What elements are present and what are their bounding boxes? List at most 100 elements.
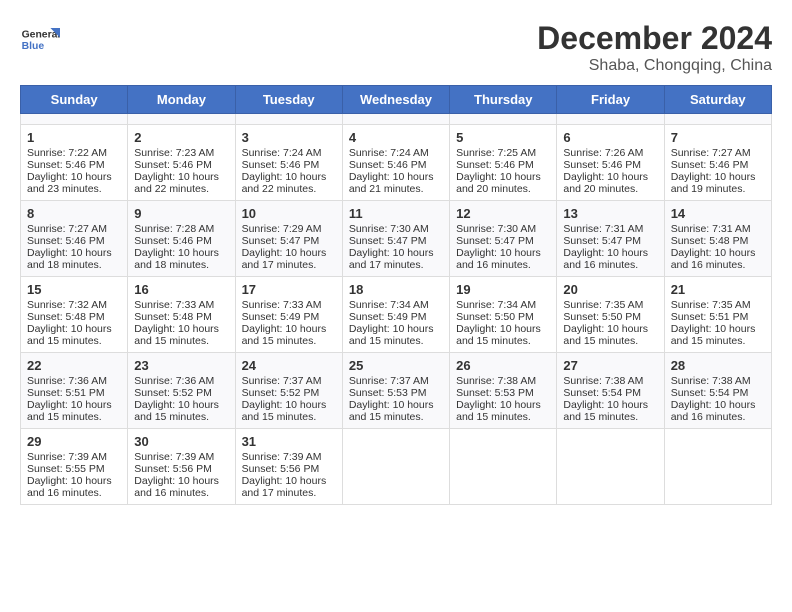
sunset-text: Sunset: 5:49 PM: [242, 311, 320, 323]
sunrise-text: Sunrise: 7:30 AM: [349, 223, 429, 235]
calendar-cell: 20 Sunrise: 7:35 AMSunset: 5:50 PMDayligh…: [557, 277, 664, 353]
sunrise-text: Sunrise: 7:34 AM: [456, 299, 536, 311]
day-number: 13: [563, 206, 657, 221]
day-number: 1: [27, 130, 121, 145]
sunset-text: Sunset: 5:50 PM: [563, 311, 641, 323]
calendar-cell: [450, 114, 557, 125]
subtitle: Shaba, Chongqing, China: [537, 57, 772, 75]
daylight-text: Daylight: 10 hours and 22 minutes.: [242, 171, 327, 195]
calendar-cell: 3Sunrise: 7:24 AMSunset: 5:46 PMDaylight…: [235, 125, 342, 201]
day-number: 26: [456, 358, 550, 373]
daylight-text: Daylight: 10 hours and 15 minutes.: [671, 323, 756, 347]
day-number: 16: [134, 282, 228, 297]
sunrise-text: Sunrise: 7:35 AM: [563, 299, 643, 311]
day-number: 28: [671, 358, 765, 373]
daylight-text: Daylight: 10 hours and 16 minutes.: [563, 247, 648, 271]
main-title: December 2024: [537, 20, 772, 57]
daylight-text: Daylight: 10 hours and 15 minutes.: [563, 323, 648, 347]
calendar-cell: [664, 114, 771, 125]
daylight-text: Daylight: 10 hours and 23 minutes.: [27, 171, 112, 195]
day-number: 19: [456, 282, 550, 297]
sunset-text: Sunset: 5:46 PM: [456, 159, 534, 171]
daylight-text: Daylight: 10 hours and 16 minutes.: [27, 475, 112, 499]
day-number: 18: [349, 282, 443, 297]
calendar-cell: [557, 429, 664, 505]
day-number: 22: [27, 358, 121, 373]
daylight-text: Daylight: 10 hours and 15 minutes.: [134, 399, 219, 423]
sunrise-text: Sunrise: 7:25 AM: [456, 147, 536, 159]
sunset-text: Sunset: 5:56 PM: [134, 463, 212, 475]
calendar-cell: [21, 114, 128, 125]
daylight-text: Daylight: 10 hours and 16 minutes.: [134, 475, 219, 499]
sunrise-text: Sunrise: 7:36 AM: [134, 375, 214, 387]
calendar-cell: [557, 114, 664, 125]
calendar-cell: 30Sunrise: 7:39 AMSunset: 5:56 PMDayligh…: [128, 429, 235, 505]
sunset-text: Sunset: 5:54 PM: [563, 387, 641, 399]
day-number: 2: [134, 130, 228, 145]
daylight-text: Daylight: 10 hours and 16 minutes.: [671, 247, 756, 271]
sunrise-text: Sunrise: 7:31 AM: [563, 223, 643, 235]
calendar-cell: 2Sunrise: 7:23 AMSunset: 5:46 PMDaylight…: [128, 125, 235, 201]
sunrise-text: Sunrise: 7:29 AM: [242, 223, 322, 235]
daylight-text: Daylight: 10 hours and 22 minutes.: [134, 171, 219, 195]
sunrise-text: Sunrise: 7:38 AM: [563, 375, 643, 387]
day-number: 5: [456, 130, 550, 145]
calendar-cell: 17Sunrise: 7:33 AMSunset: 5:49 PMDayligh…: [235, 277, 342, 353]
daylight-text: Daylight: 10 hours and 20 minutes.: [563, 171, 648, 195]
day-number: 7: [671, 130, 765, 145]
calendar-cell: [342, 114, 449, 125]
svg-text:Blue: Blue: [22, 41, 45, 52]
day-number: 31: [242, 434, 336, 449]
title-area: December 2024 Shaba, Chongqing, China: [537, 20, 772, 75]
calendar-cell: [342, 429, 449, 505]
sunset-text: Sunset: 5:54 PM: [671, 387, 749, 399]
day-number: 25: [349, 358, 443, 373]
calendar-cell: 31Sunrise: 7:39 AMSunset: 5:56 PMDayligh…: [235, 429, 342, 505]
week-row-2: 1Sunrise: 7:22 AMSunset: 5:46 PMDaylight…: [21, 125, 772, 201]
day-number: 20: [563, 282, 657, 297]
week-row-6: 29Sunrise: 7:39 AMSunset: 5:55 PMDayligh…: [21, 429, 772, 505]
logo: General Blue General Blue: [20, 20, 60, 60]
day-number: 11: [349, 206, 443, 221]
day-number: 4: [349, 130, 443, 145]
daylight-text: Daylight: 10 hours and 15 minutes.: [456, 399, 541, 423]
day-number: 30: [134, 434, 228, 449]
sunset-text: Sunset: 5:46 PM: [134, 235, 212, 247]
calendar-cell: 22Sunrise: 7:36 AMSunset: 5:51 PMDayligh…: [21, 353, 128, 429]
col-header-tuesday: Tuesday: [235, 86, 342, 114]
week-row-5: 22 Sunrise: 7:36 AM Sunset: 5:51 PM Dayligh…: [21, 353, 772, 429]
sunrise-text: Sunrise: 7:35 AM: [671, 299, 751, 311]
calendar-cell: 27Sunrise: 7:38 AMSunset: 5:54 PMDayligh…: [557, 353, 664, 429]
col-header-wednesday: Wednesday: [342, 86, 449, 114]
calendar-cell: 5 Sunrise: 7:25 AMSunset: 5:46 PMDaylight…: [450, 125, 557, 201]
sunrise-text: Sunrise: 7:27 AM: [27, 223, 107, 235]
calendar-cell: 28Sunrise: 7:38 AMSunset: 5:54 PMDayligh…: [664, 353, 771, 429]
calendar-cell: 1Sunrise: 7:22 AMSunset: 5:46 PMDaylight…: [21, 125, 128, 201]
calendar-cell: 13Sunrise: 7:31 AMSunset: 5:47 PMDayligh…: [557, 201, 664, 277]
daylight-text: Daylight: 10 hours and 19 minutes.: [671, 171, 756, 195]
sunset-text: Sunset: 5:46 PM: [27, 235, 105, 247]
calendar-cell: 26Sunrise: 7:38 AMSunset: 5:53 PMDayligh…: [450, 353, 557, 429]
sunset-text: Sunset: 5:46 PM: [349, 159, 427, 171]
calendar-cell: 4Sunrise: 7:24 AMSunset: 5:46 PMDaylight…: [342, 125, 449, 201]
daylight-text: Daylight: 10 hours and 20 minutes.: [456, 171, 541, 195]
sunrise-text: Sunrise: 7:38 AM: [671, 375, 751, 387]
sunset-text: Sunset: 5:51 PM: [27, 387, 105, 399]
sunrise-text: Sunrise: 7:38 AM: [456, 375, 536, 387]
sunset-text: Sunset: 5:48 PM: [27, 311, 105, 323]
day-number: 8: [27, 206, 121, 221]
calendar-cell: 7Sunrise: 7:27 AMSunset: 5:46 PMDaylight…: [664, 125, 771, 201]
sunrise-text: Sunrise: 7:23 AM: [134, 147, 214, 159]
daylight-text: Daylight: 10 hours and 16 minutes.: [456, 247, 541, 271]
calendar-cell: 18Sunrise: 7:34 AMSunset: 5:49 PMDayligh…: [342, 277, 449, 353]
sunrise-text: Sunrise: 7:27 AM: [671, 147, 751, 159]
sunset-text: Sunset: 5:48 PM: [671, 235, 749, 247]
calendar-cell: 12Sunrise: 7:30 AMSunset: 5:47 PMDayligh…: [450, 201, 557, 277]
sunset-text: Sunset: 5:46 PM: [242, 159, 320, 171]
day-number: 12: [456, 206, 550, 221]
sunrise-text: Sunrise: 7:28 AM: [134, 223, 214, 235]
day-number: 23: [134, 358, 228, 373]
col-header-saturday: Saturday: [664, 86, 771, 114]
sunrise-text: Sunrise: 7:33 AM: [134, 299, 214, 311]
calendar-cell: 10Sunrise: 7:29 AMSunset: 5:47 PMDayligh…: [235, 201, 342, 277]
